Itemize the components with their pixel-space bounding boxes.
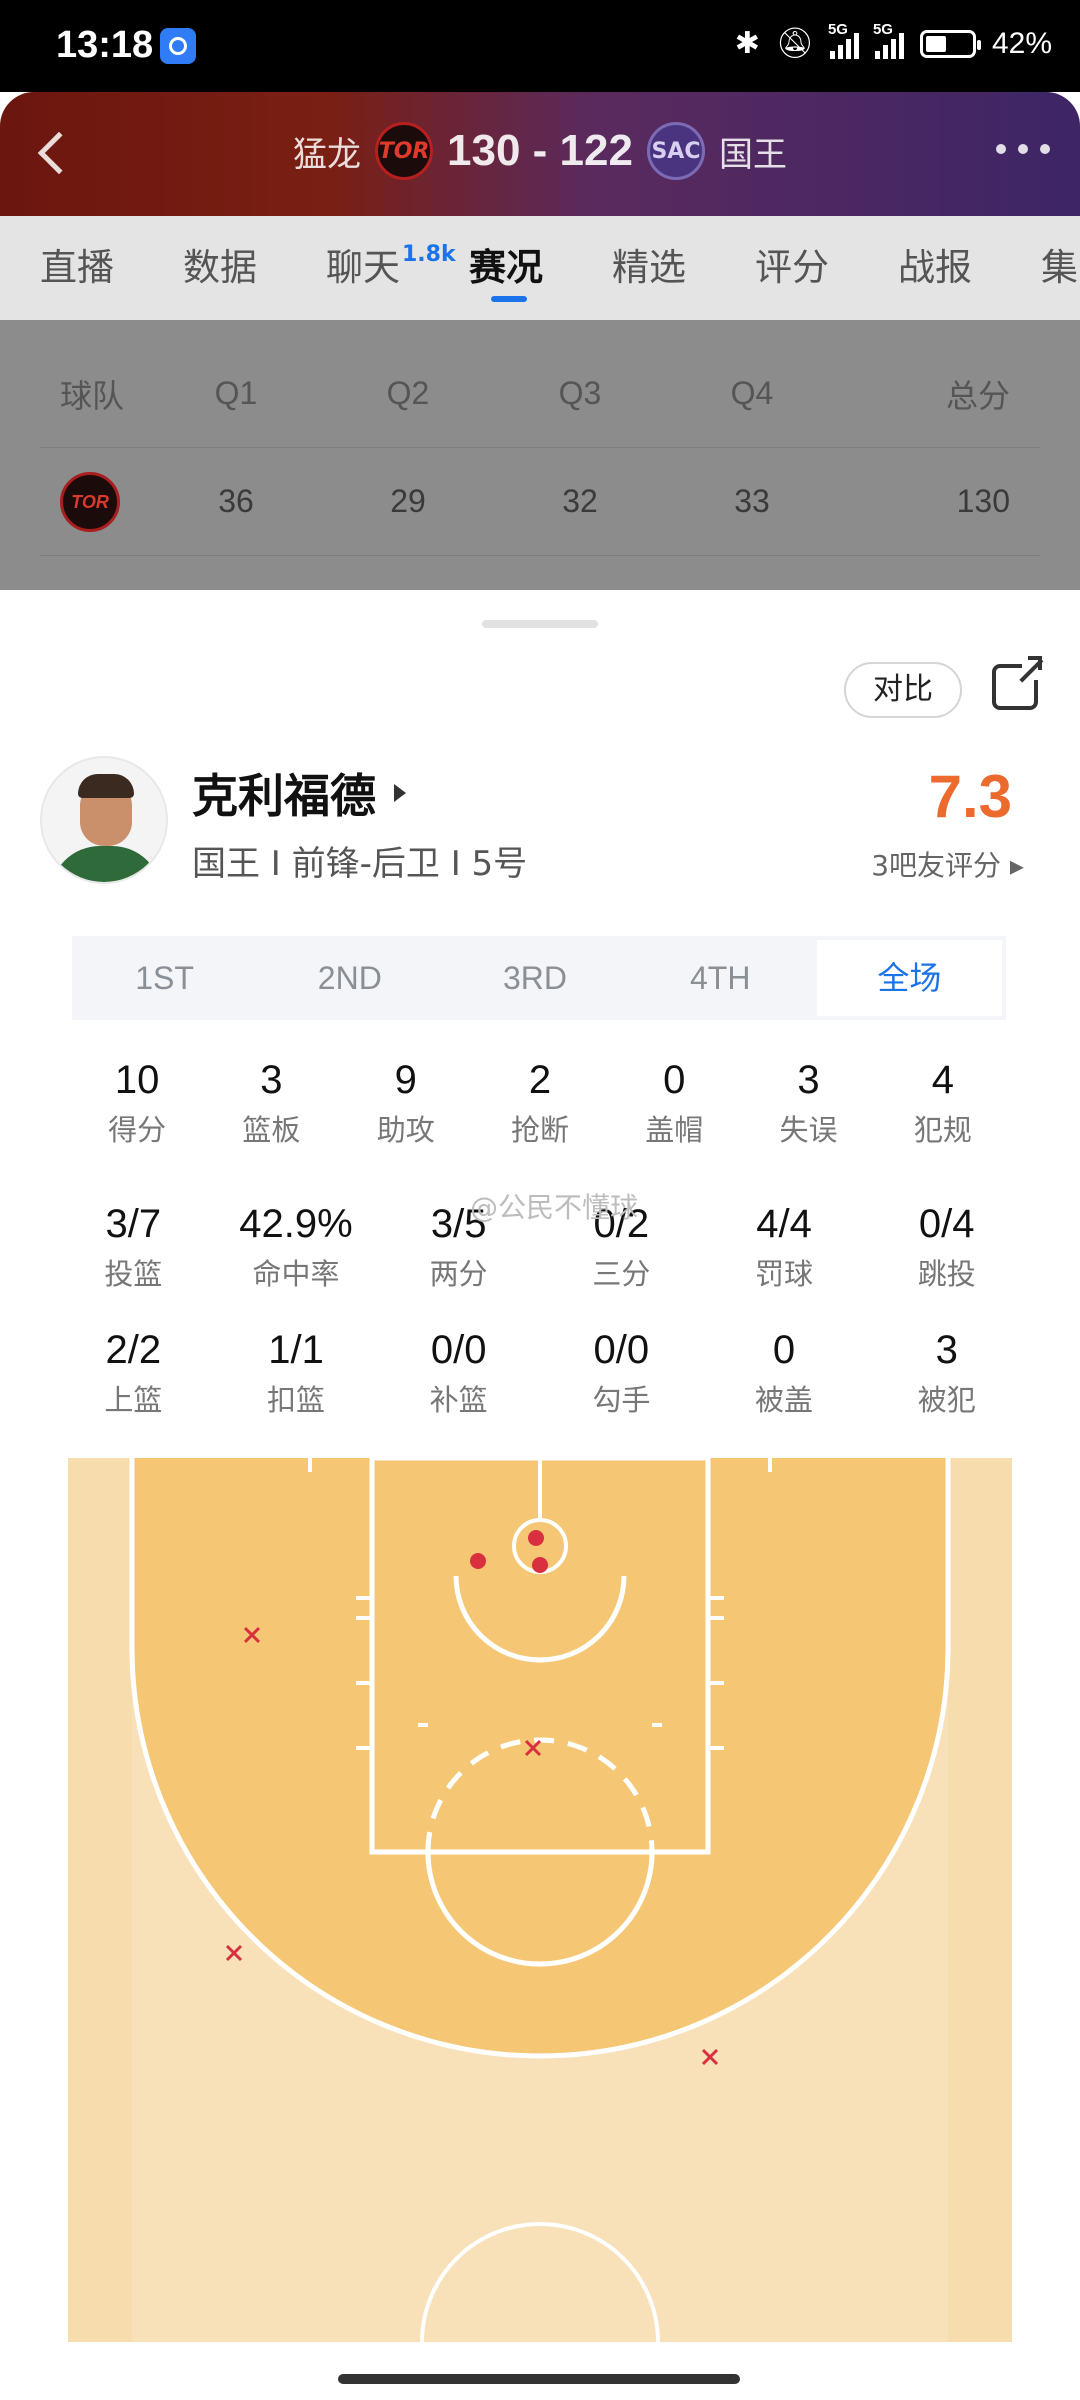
tab-highlights[interactable]: 精选 — [612, 216, 755, 320]
quarter-score-table: 球队 Q1 Q2 Q3 Q4 总分 TOR 36 29 32 33 130 — [40, 340, 1040, 556]
column-header: Q3 — [558, 375, 602, 411]
game-score: 130 - 122 — [447, 126, 633, 175]
column-header: Q4 — [730, 375, 774, 411]
share-icon[interactable] — [992, 656, 1044, 710]
table-cell: 33 — [734, 483, 770, 519]
tab-collection[interactable]: 集 — [1041, 216, 1080, 320]
stat-hook-shots: 0/0 勾手 — [592, 1328, 651, 1417]
game-header: 猛龙 TOR 130 - 122 SAC 国王 — [0, 92, 1080, 216]
compare-button[interactable]: 对比 — [844, 662, 962, 718]
stat-jump-shots: 0/4 跳投 — [917, 1202, 976, 1291]
status-time: 13:18 — [56, 24, 154, 66]
stat-fg-percent: 42.9% 命中率 — [239, 1202, 353, 1291]
team-logo-cell: TOR — [40, 471, 150, 532]
status-icons: ✱ 🔕︎ 5G 5G 42% — [734, 21, 1052, 61]
stat-field-goals: 3/7 投篮 — [104, 1202, 163, 1291]
player-rating: 7.3 — [928, 763, 1012, 830]
main-stats-row: 10 得分 3 篮板 9 助攻 2 抢断 0 盖帽 3 失误 4 犯规 — [70, 1058, 1010, 1149]
period-tab-2nd[interactable]: 2ND — [257, 936, 442, 1020]
chat-count-badge: 1.8k — [402, 242, 456, 267]
signal-1-icon: 5G — [828, 21, 859, 59]
made-shot-marker — [470, 1553, 486, 1569]
made-shot-marker — [528, 1530, 544, 1546]
caret-right-icon[interactable] — [394, 784, 406, 802]
stat-putbacks: 0/0 补篮 — [429, 1328, 488, 1417]
stat-blocked: 0 被盖 — [755, 1328, 814, 1417]
stat-layups: 2/2 上篮 — [104, 1328, 163, 1417]
tab-game-status[interactable]: 赛况 — [469, 216, 612, 320]
tab-live[interactable]: 直播 — [40, 216, 183, 320]
column-header: Q2 — [386, 375, 430, 411]
player-info: 国王 I 前锋-后卫 I 5号 — [192, 844, 528, 884]
stat-free-throws: 4/4 罚球 — [755, 1202, 814, 1291]
column-header: Q1 — [214, 375, 258, 411]
table-cell: 130 — [956, 483, 1010, 519]
stat-points: 10 得分 — [108, 1058, 167, 1147]
game-tabs: 直播 数据 聊天 1.8k 赛况 精选 评分 战报 集 — [0, 216, 1080, 320]
more-icon[interactable] — [996, 144, 1050, 154]
bluetooth-icon: ✱ — [734, 27, 760, 60]
mute-icon: 🔕︎ — [775, 27, 814, 60]
away-team-name[interactable]: 国王 — [719, 127, 787, 176]
shot-chart-court — [68, 1458, 1012, 2342]
column-header: 球队 — [60, 377, 125, 414]
status-bar: 13:18 ✱ 🔕︎ 5G 5G 42% — [0, 0, 1080, 92]
period-tab-1st[interactable]: 1ST — [72, 936, 257, 1020]
stat-dunks: 1/1 扣篮 — [267, 1328, 326, 1417]
stat-blocks: 0 盖帽 — [645, 1058, 704, 1147]
period-tabs: 1ST 2ND 3RD 4TH 全场 — [72, 936, 1006, 1020]
rating-count-link[interactable]: 3吧友评分 ▸ — [871, 844, 1024, 884]
stat-turnovers: 3 失误 — [779, 1058, 838, 1147]
stat-rebounds: 3 篮板 — [242, 1058, 301, 1147]
table-row: TOR 36 29 32 33 130 — [40, 448, 1040, 556]
team-logo: TOR — [60, 471, 120, 532]
table-cell: 29 — [390, 483, 426, 519]
stat-fouls: 4 犯规 — [913, 1058, 972, 1147]
watermark-text: @公民不懂球 — [470, 1191, 639, 1224]
tab-chat[interactable]: 聊天 1.8k — [326, 216, 469, 320]
stat-assists: 9 助攻 — [376, 1058, 435, 1147]
column-header: 总分 — [945, 377, 1010, 414]
active-tab-indicator — [491, 296, 527, 302]
period-tab-3rd[interactable]: 3RD — [442, 936, 627, 1020]
table-header-row: 球队 Q1 Q2 Q3 Q4 总分 — [40, 340, 1040, 448]
shot-type-stats-row: 2/2 上篮 1/1 扣篮 0/0 补篮 0/0 勾手 0 被盖 3 被犯 — [52, 1328, 1028, 1419]
period-tab-full-game[interactable]: 全场 — [816, 940, 1003, 1016]
tab-stats[interactable]: 数据 — [183, 216, 326, 320]
battery-percent: 42% — [991, 26, 1052, 60]
home-indicator[interactable] — [338, 2374, 740, 2384]
player-avatar[interactable] — [40, 756, 168, 884]
away-team-logo[interactable]: SAC — [646, 122, 705, 180]
home-team-logo[interactable]: TOR — [375, 122, 434, 180]
tab-ratings[interactable]: 评分 — [755, 216, 898, 320]
table-cell: 32 — [562, 483, 598, 519]
battery-icon — [919, 29, 981, 58]
made-shot-marker — [532, 1557, 548, 1573]
app-notification-icon — [160, 28, 196, 64]
period-tab-4th[interactable]: 4TH — [628, 936, 813, 1020]
home-team-name[interactable]: 猛龙 — [293, 127, 361, 176]
stat-fouls-drawn: 3 被犯 — [917, 1328, 976, 1417]
signal-2-icon: 5G — [873, 21, 904, 59]
tab-report[interactable]: 战报 — [898, 216, 1041, 320]
stat-steals: 2 抢断 — [510, 1058, 569, 1147]
player-name[interactable]: 克利福德 — [192, 760, 376, 826]
sheet-drag-handle[interactable] — [482, 620, 598, 628]
table-cell: 36 — [218, 483, 254, 519]
